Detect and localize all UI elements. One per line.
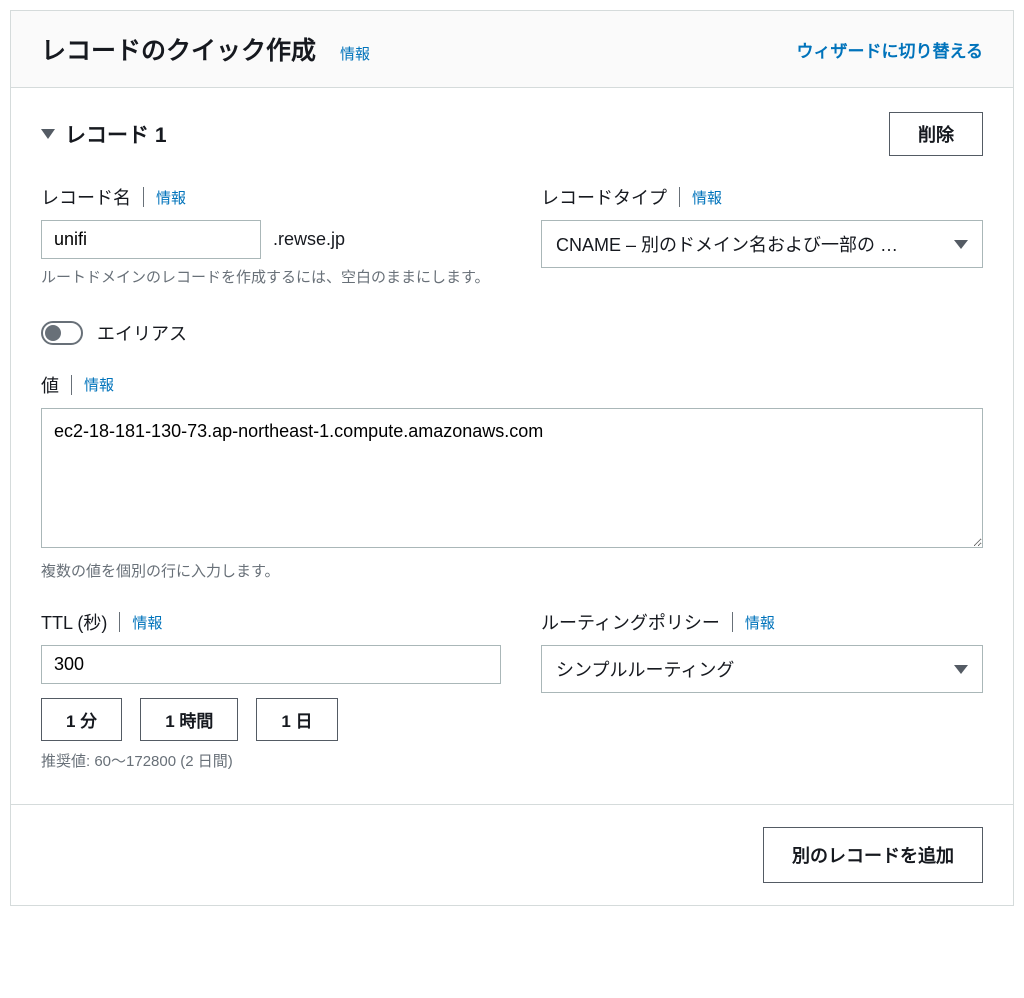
- ttl-preset-1hour[interactable]: 1 時間: [140, 698, 238, 741]
- record-header: レコード 1 削除: [41, 112, 983, 156]
- record-title-group[interactable]: レコード 1: [41, 119, 167, 149]
- value-textarea[interactable]: ec2-18-181-130-73.ap-northeast-1.compute…: [41, 408, 983, 548]
- record-name-label: レコード名: [41, 184, 131, 210]
- record-name-help: ルートドメインのレコードを作成するには、空白のままにします。: [41, 267, 501, 290]
- caret-down-icon: [954, 665, 968, 674]
- routing-field: ルーティングポリシー 情報 シンプルルーティング: [541, 609, 983, 774]
- routing-info-link[interactable]: 情報: [745, 612, 775, 633]
- header-info-link[interactable]: 情報: [340, 43, 370, 64]
- record-name-label-group: レコード名 情報: [41, 184, 501, 210]
- ttl-preset-1day[interactable]: 1 日: [256, 698, 337, 741]
- header-left: レコードのクイック作成 情報: [41, 31, 370, 67]
- ttl-routing-row: TTL (秒) 情報 1 分 1 時間 1 日 推奨値: 60〜172800 (…: [41, 609, 983, 774]
- routing-label-group: ルーティングポリシー 情報: [541, 609, 983, 635]
- caret-down-icon: [41, 129, 55, 139]
- record-type-select[interactable]: CNAME – 別のドメイン名および一部の …: [541, 220, 983, 268]
- switch-to-wizard-link[interactable]: ウィザードに切り替える: [797, 37, 984, 62]
- divider: [143, 187, 144, 207]
- divider: [732, 612, 733, 632]
- add-record-button[interactable]: 別のレコードを追加: [763, 827, 983, 883]
- panel-title: レコードのクイック作成: [41, 31, 316, 67]
- record-type-info-link[interactable]: 情報: [692, 187, 722, 208]
- delete-button[interactable]: 削除: [889, 112, 983, 156]
- ttl-label: TTL (秒): [41, 609, 107, 635]
- alias-toggle[interactable]: [41, 321, 83, 345]
- ttl-help: 推奨値: 60〜172800 (2 日間): [41, 751, 501, 774]
- name-type-row: レコード名 情報 .rewse.jp ルートドメインのレコードを作成するには、空…: [41, 184, 983, 290]
- value-info-link[interactable]: 情報: [84, 374, 114, 395]
- quick-create-panel: レコードのクイック作成 情報 ウィザードに切り替える レコード 1 削除 レコー…: [10, 10, 1014, 906]
- panel-content: レコード 1 削除 レコード名 情報 .rewse.jp ルートドメインのレコー…: [11, 88, 1013, 804]
- value-label-group: 値 情報: [41, 372, 983, 398]
- divider: [119, 612, 120, 632]
- divider: [71, 375, 72, 395]
- divider: [679, 187, 680, 207]
- record-title: レコード 1: [65, 119, 167, 149]
- domain-suffix: .rewse.jp: [273, 229, 345, 250]
- toggle-knob: [45, 325, 61, 341]
- record-name-field: レコード名 情報 .rewse.jp ルートドメインのレコードを作成するには、空…: [41, 184, 501, 290]
- ttl-preset-1min[interactable]: 1 分: [41, 698, 122, 741]
- routing-selected: シンプルルーティング: [556, 656, 734, 682]
- record-type-label-group: レコードタイプ 情報: [541, 184, 983, 210]
- record-name-info-link[interactable]: 情報: [156, 187, 186, 208]
- caret-down-icon: [954, 240, 968, 249]
- panel-header: レコードのクイック作成 情報 ウィザードに切り替える: [11, 11, 1013, 88]
- ttl-input[interactable]: [41, 645, 501, 684]
- record-type-field: レコードタイプ 情報 CNAME – 別のドメイン名および一部の …: [541, 184, 983, 290]
- ttl-presets: 1 分 1 時間 1 日: [41, 698, 501, 741]
- panel-footer: 別のレコードを追加: [11, 804, 1013, 905]
- record-name-input-row: .rewse.jp: [41, 220, 501, 259]
- routing-label: ルーティングポリシー: [541, 609, 720, 635]
- alias-label: エイリアス: [97, 320, 187, 346]
- value-label: 値: [41, 372, 59, 398]
- routing-select[interactable]: シンプルルーティング: [541, 645, 983, 693]
- ttl-label-group: TTL (秒) 情報: [41, 609, 501, 635]
- ttl-field: TTL (秒) 情報 1 分 1 時間 1 日 推奨値: 60〜172800 (…: [41, 609, 501, 774]
- record-name-input[interactable]: [41, 220, 261, 259]
- record-type-selected: CNAME – 別のドメイン名および一部の …: [556, 231, 898, 257]
- record-type-label: レコードタイプ: [541, 184, 667, 210]
- ttl-info-link[interactable]: 情報: [132, 612, 162, 633]
- value-field: 値 情報 ec2-18-181-130-73.ap-northeast-1.co…: [41, 372, 983, 584]
- alias-toggle-row: エイリアス: [41, 320, 983, 346]
- value-help: 複数の値を個別の行に入力します。: [41, 561, 983, 584]
